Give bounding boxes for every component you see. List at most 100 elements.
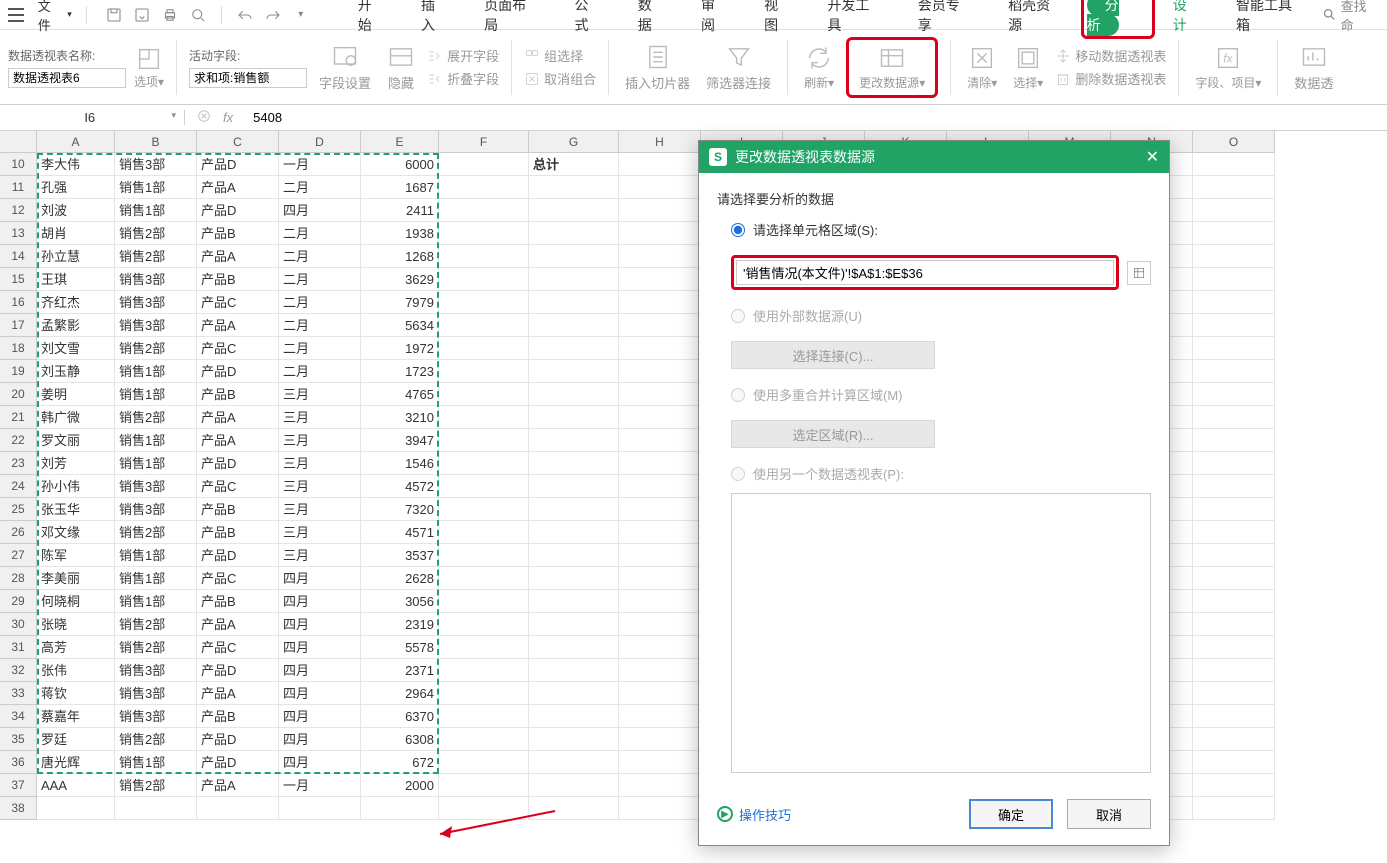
cell[interactable] bbox=[529, 337, 619, 360]
cell[interactable] bbox=[439, 567, 529, 590]
cell[interactable] bbox=[115, 797, 197, 820]
cell[interactable] bbox=[439, 383, 529, 406]
cell[interactable]: 产品A bbox=[197, 774, 279, 797]
cell[interactable]: 蔡嘉年 bbox=[37, 705, 115, 728]
cell[interactable] bbox=[619, 291, 701, 314]
cell[interactable]: 四月 bbox=[279, 199, 361, 222]
col-header-D[interactable]: D bbox=[279, 131, 361, 153]
cell[interactable]: 张晓 bbox=[37, 613, 115, 636]
cell[interactable] bbox=[1193, 659, 1275, 682]
cell[interactable]: 产品B bbox=[197, 498, 279, 521]
cell[interactable] bbox=[439, 498, 529, 521]
cell[interactable] bbox=[439, 199, 529, 222]
cell[interactable]: 1723 bbox=[361, 360, 439, 383]
cell[interactable] bbox=[619, 314, 701, 337]
cell[interactable]: 2319 bbox=[361, 613, 439, 636]
cell[interactable]: 刘玉静 bbox=[37, 360, 115, 383]
cell[interactable] bbox=[529, 751, 619, 774]
cell[interactable]: 一月 bbox=[279, 153, 361, 176]
cell[interactable] bbox=[619, 268, 701, 291]
cell[interactable]: 产品D bbox=[197, 199, 279, 222]
cell[interactable] bbox=[529, 199, 619, 222]
hide-button[interactable]: 隐藏 bbox=[383, 43, 419, 92]
row-header[interactable]: 24 bbox=[0, 475, 37, 498]
preview-icon[interactable] bbox=[189, 6, 207, 24]
cell[interactable] bbox=[1193, 222, 1275, 245]
cell[interactable] bbox=[439, 337, 529, 360]
cell[interactable]: 销售3部 bbox=[115, 659, 197, 682]
cell[interactable] bbox=[619, 475, 701, 498]
cell[interactable] bbox=[439, 636, 529, 659]
cell[interactable]: 销售2部 bbox=[115, 636, 197, 659]
cell[interactable]: 四月 bbox=[279, 613, 361, 636]
cell[interactable]: 产品B bbox=[197, 268, 279, 291]
cell[interactable] bbox=[37, 797, 115, 820]
cell[interactable] bbox=[529, 682, 619, 705]
cell[interactable]: 张伟 bbox=[37, 659, 115, 682]
cell[interactable]: 罗文丽 bbox=[37, 429, 115, 452]
filter-conn-button[interactable]: 筛选器连接 bbox=[702, 43, 775, 92]
cell[interactable]: 产品A bbox=[197, 176, 279, 199]
cell[interactable] bbox=[619, 590, 701, 613]
col-header-C[interactable]: C bbox=[197, 131, 279, 153]
cell[interactable]: 总计 bbox=[529, 153, 619, 176]
cell[interactable] bbox=[1193, 728, 1275, 751]
cell[interactable]: 销售2部 bbox=[115, 728, 197, 751]
cell[interactable]: 5634 bbox=[361, 314, 439, 337]
cell[interactable] bbox=[439, 429, 529, 452]
cell[interactable] bbox=[439, 705, 529, 728]
cell[interactable]: 3947 bbox=[361, 429, 439, 452]
cell[interactable] bbox=[529, 222, 619, 245]
tab-formula[interactable]: 公式 bbox=[557, 0, 620, 39]
cell[interactable]: 产品D bbox=[197, 544, 279, 567]
cell[interactable] bbox=[1193, 314, 1275, 337]
cell[interactable] bbox=[439, 613, 529, 636]
formula-cancel-icon[interactable] bbox=[197, 109, 211, 126]
col-header-E[interactable]: E bbox=[361, 131, 439, 153]
cell[interactable] bbox=[1193, 774, 1275, 797]
cell[interactable] bbox=[619, 659, 701, 682]
cell[interactable] bbox=[1193, 636, 1275, 659]
row-header[interactable]: 23 bbox=[0, 452, 37, 475]
cell[interactable] bbox=[529, 360, 619, 383]
cell[interactable] bbox=[439, 544, 529, 567]
cell[interactable]: 三月 bbox=[279, 475, 361, 498]
cell[interactable]: 3629 bbox=[361, 268, 439, 291]
cell[interactable] bbox=[1193, 590, 1275, 613]
cell[interactable] bbox=[1193, 245, 1275, 268]
cell[interactable]: 7320 bbox=[361, 498, 439, 521]
cell[interactable]: 4571 bbox=[361, 521, 439, 544]
row-header[interactable]: 29 bbox=[0, 590, 37, 613]
cell[interactable] bbox=[1193, 291, 1275, 314]
cell[interactable]: 产品D bbox=[197, 659, 279, 682]
cell[interactable]: 5578 bbox=[361, 636, 439, 659]
cell[interactable]: 销售1部 bbox=[115, 452, 197, 475]
cell[interactable] bbox=[529, 636, 619, 659]
cell[interactable] bbox=[619, 728, 701, 751]
cell[interactable]: 销售3部 bbox=[115, 682, 197, 705]
redo-icon[interactable] bbox=[264, 6, 282, 24]
row-header[interactable]: 36 bbox=[0, 751, 37, 774]
cell[interactable] bbox=[619, 682, 701, 705]
col-header-G[interactable]: G bbox=[529, 131, 619, 153]
cell[interactable] bbox=[529, 567, 619, 590]
cell[interactable] bbox=[529, 797, 619, 820]
cell[interactable]: 二月 bbox=[279, 360, 361, 383]
col-header-H[interactable]: H bbox=[619, 131, 701, 153]
cell[interactable] bbox=[1193, 797, 1275, 820]
cell[interactable] bbox=[529, 176, 619, 199]
cell[interactable]: 2371 bbox=[361, 659, 439, 682]
row-header[interactable]: 13 bbox=[0, 222, 37, 245]
cell[interactable] bbox=[1193, 705, 1275, 728]
move-pivot-button[interactable]: 移动数据透视表 bbox=[1055, 45, 1166, 66]
cell[interactable] bbox=[529, 705, 619, 728]
cell[interactable]: 二月 bbox=[279, 245, 361, 268]
cell[interactable] bbox=[619, 452, 701, 475]
cell[interactable]: 二月 bbox=[279, 291, 361, 314]
cell[interactable]: 4765 bbox=[361, 383, 439, 406]
cell[interactable]: 产品D bbox=[197, 153, 279, 176]
row-header[interactable]: 12 bbox=[0, 199, 37, 222]
cell[interactable] bbox=[1193, 176, 1275, 199]
cell[interactable]: 四月 bbox=[279, 659, 361, 682]
cell[interactable] bbox=[1193, 567, 1275, 590]
